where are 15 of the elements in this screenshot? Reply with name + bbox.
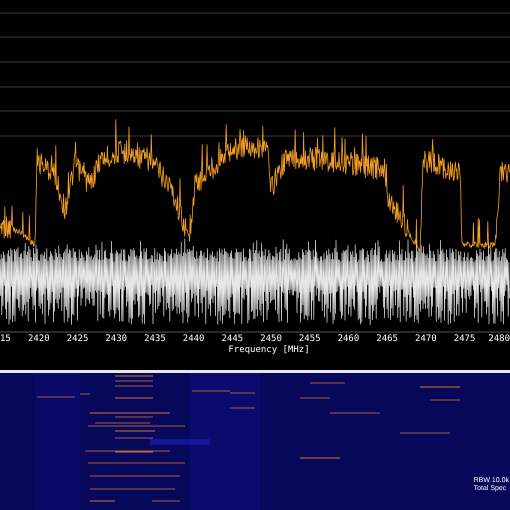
tick-label: 2465 [376,334,398,345]
tick-label: 2445 [222,334,244,345]
tick-label: 15 [0,334,11,345]
tick-label: 2430 [105,334,128,345]
tick-label: 2455 [298,334,321,345]
tick-label: 2480 [488,334,510,345]
tick-label: 2450 [260,334,282,345]
tick-label: 2440 [182,334,204,345]
tick-label: 2475 [454,334,476,345]
tick-label: 2425 [66,334,88,345]
tick-label: 2460 [338,334,360,345]
axis-label: Frequency [MHz] [227,345,310,356]
tick-label: 2470 [415,334,437,345]
tick-label: 2435 [144,334,166,345]
tick-label: 2420 [28,334,50,345]
